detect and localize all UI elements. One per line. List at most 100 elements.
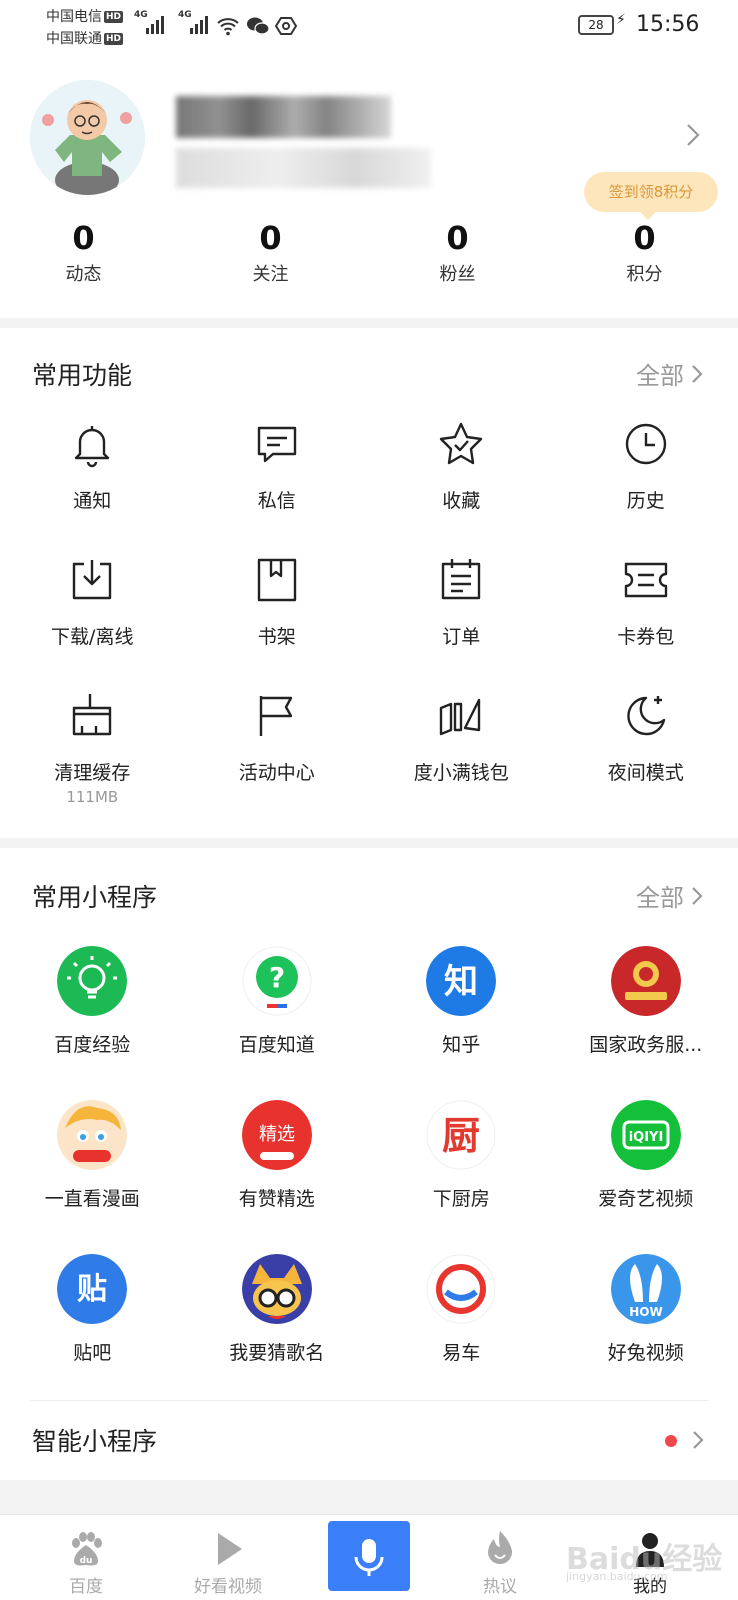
- profile-header[interactable]: 签到领8积分 0 动态 0 关注 0 粉丝 0 积分: [0, 56, 738, 318]
- mini-program-gov-service[interactable]: 国家政务服...: [554, 946, 738, 1100]
- function-clear-cache[interactable]: 清理缓存 111MB: [0, 690, 185, 846]
- avatar[interactable]: [30, 80, 145, 195]
- baidu-paw-icon: du: [72, 1532, 102, 1566]
- stat-posts[interactable]: 0 动态: [0, 216, 177, 290]
- function-favorite[interactable]: 收藏: [369, 418, 554, 554]
- smart-programs-row[interactable]: 智能小程序: [0, 1400, 738, 1480]
- signin-bubble[interactable]: 签到领8积分: [584, 172, 718, 220]
- user-info-blurred: [176, 148, 431, 188]
- function-label: 夜间模式: [607, 762, 684, 784]
- divider: [0, 1480, 738, 1514]
- function-history[interactable]: 历史: [554, 418, 738, 554]
- stat-label: 关注: [252, 264, 289, 285]
- gov-service-icon: [610, 946, 681, 1016]
- stat-followers[interactable]: 0 粉丝: [364, 216, 551, 290]
- iqiyi-icon: iQIYI: [610, 1100, 681, 1170]
- function-label: 清理缓存: [54, 762, 131, 784]
- tab-haokan-video[interactable]: 好看视频: [178, 1515, 278, 1597]
- tab-baidu[interactable]: du 百度: [36, 1515, 136, 1597]
- signal-icon: 4G: [134, 10, 164, 34]
- mini-program-grid: 百度经验 ? 百度知道 知 知乎 国家政务服... 一直看漫画 精选 有赞精选 …: [0, 946, 738, 1408]
- function-label: 订单: [442, 626, 481, 648]
- stat-label: 动态: [65, 264, 102, 285]
- function-notify[interactable]: 通知: [0, 418, 185, 554]
- guess-song-icon: [241, 1254, 312, 1324]
- function-label: 活动中心: [238, 762, 315, 784]
- mini-program-manga[interactable]: 一直看漫画: [0, 1100, 185, 1254]
- stat-value: 0: [259, 219, 282, 257]
- bookshelf-icon: [257, 558, 296, 602]
- stat-value: 0: [446, 219, 469, 257]
- broom-icon: [73, 694, 112, 736]
- chevron-right-icon: [693, 1431, 704, 1449]
- svg-text:贴: 贴: [77, 1272, 107, 1307]
- svg-text:厨: 厨: [442, 1114, 480, 1158]
- notification-dot: [665, 1435, 677, 1447]
- divider: [30, 1400, 708, 1401]
- common-functions-section: 常用功能 全部 通知 私信 收藏 历史 下载/离线 书架 订单 卡券包 清理缓存…: [0, 328, 738, 838]
- function-message[interactable]: 私信: [185, 418, 370, 554]
- moon-icon: [627, 696, 665, 736]
- svg-text:HOW: HOW: [629, 1305, 662, 1319]
- function-label: 下载/离线: [51, 626, 134, 648]
- baidu-zhidao-icon: ?: [242, 946, 312, 1016]
- mic-icon: [354, 1539, 384, 1576]
- mini-program-xiachufang[interactable]: 厨 下厨房: [369, 1100, 554, 1254]
- signal-icon: 4G: [178, 10, 208, 34]
- wallet-icon: [440, 698, 481, 736]
- hd-badge: HD: [104, 33, 124, 45]
- mini-program-label: 国家政务服...: [589, 1034, 703, 1056]
- function-activity[interactable]: 活动中心: [185, 690, 370, 846]
- function-coupon[interactable]: 卡券包: [554, 554, 738, 690]
- view-all-button[interactable]: 全部: [636, 356, 706, 391]
- function-label: 私信: [257, 490, 296, 512]
- zhihu-icon: 知: [426, 946, 497, 1016]
- chevron-right-icon: [692, 886, 703, 905]
- mini-program-zhihu[interactable]: 知 知乎: [369, 946, 554, 1100]
- voice-search-button[interactable]: [328, 1521, 410, 1591]
- mini-program-youzan[interactable]: 精选 有赞精选: [185, 1100, 370, 1254]
- function-wallet[interactable]: 度小满钱包: [369, 690, 554, 846]
- function-night-mode[interactable]: 夜间模式: [554, 690, 738, 846]
- chevron-right-icon[interactable]: [680, 122, 706, 148]
- wifi-icon: [217, 18, 239, 36]
- svg-text:du: du: [80, 1556, 93, 1566]
- mini-program-guess-song[interactable]: 我要猜歌名: [185, 1254, 370, 1408]
- mini-program-label: 爱奇艺视频: [598, 1188, 694, 1210]
- mini-program-label: 百度经验: [54, 1034, 131, 1056]
- function-bookshelf[interactable]: 书架: [185, 554, 370, 690]
- mini-program-label: 一直看漫画: [44, 1188, 140, 1210]
- mini-program-label: 百度知道: [238, 1034, 315, 1056]
- function-download[interactable]: 下载/离线: [0, 554, 185, 690]
- function-label: 历史: [626, 490, 665, 512]
- coupon-icon: [624, 562, 667, 598]
- mini-programs-section: 常用小程序 全部 百度经验 ? 百度知道 知 知乎 国家政务服... 一直看漫画…: [0, 848, 738, 1400]
- message-icon: [257, 426, 296, 463]
- mini-program-baidu-jingyan[interactable]: 百度经验: [0, 946, 185, 1100]
- flame-icon: [488, 1531, 513, 1565]
- charging-icon: ⚡: [616, 12, 626, 28]
- section-title: 常用小程序: [32, 883, 158, 912]
- stat-points[interactable]: 0 积分: [551, 216, 738, 290]
- cache-size: 111MB: [66, 788, 119, 806]
- mini-program-yiche[interactable]: 易车: [369, 1254, 554, 1408]
- stat-following[interactable]: 0 关注: [177, 216, 364, 290]
- stats-row: 0 动态 0 关注 0 粉丝 0 积分: [0, 216, 738, 290]
- function-label: 卡券包: [617, 626, 675, 648]
- view-all-label: 全部: [636, 362, 684, 390]
- mini-program-label: 知乎: [442, 1034, 481, 1056]
- star-icon: [440, 422, 483, 465]
- function-label: 收藏: [442, 490, 481, 512]
- svg-text:?: ?: [269, 961, 285, 994]
- mini-program-baidu-zhidao[interactable]: ? 百度知道: [185, 946, 370, 1100]
- bell-icon: [75, 426, 110, 468]
- mini-program-tieba[interactable]: 贴 贴吧: [0, 1254, 185, 1408]
- mini-program-haotu[interactable]: HOW 好兔视频: [554, 1254, 738, 1408]
- mini-program-iqiyi[interactable]: iQIYI 爱奇艺视频: [554, 1100, 738, 1254]
- divider: [0, 838, 738, 848]
- tab-hot-discussion[interactable]: 热议: [450, 1515, 550, 1597]
- clock-icon: [625, 423, 666, 465]
- baidu-jingyan-icon: [57, 946, 128, 1016]
- view-all-button[interactable]: 全部: [636, 878, 706, 913]
- function-order[interactable]: 订单: [369, 554, 554, 690]
